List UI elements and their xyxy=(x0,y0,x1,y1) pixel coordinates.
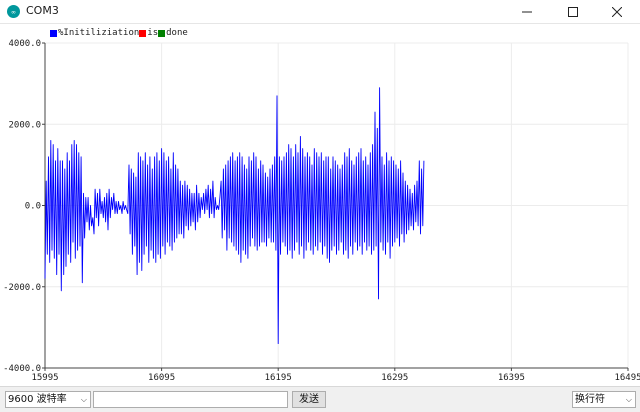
x-tick-label: 16095 xyxy=(148,373,175,383)
baud-rate-value: 9600 波特率 xyxy=(8,394,67,405)
y-tick-label: 4000.0 xyxy=(8,39,41,49)
legend-swatch-green xyxy=(158,29,166,37)
window-title: COM3 xyxy=(26,4,59,17)
svg-text:∞: ∞ xyxy=(11,9,16,16)
legend-label-is: is xyxy=(147,28,159,38)
legend-label-initialization: %Initiliziation xyxy=(58,28,140,38)
legend-swatch-red xyxy=(139,29,147,37)
serial-plotter-canvas: 4000.0 2000.0 0.0 -2000.0 -4000.0 15995 16095 1… xyxy=(0,25,640,386)
plot-chart: 4000.02000.00.0-2000.0-4000.015995 16095 1… xyxy=(3,39,640,383)
legend-label-done: done xyxy=(166,28,188,38)
x-tick-label: 16195 xyxy=(265,373,292,383)
minimize-icon xyxy=(522,11,532,13)
close-button[interactable] xyxy=(594,0,640,24)
arduino-app-icon: ∞ xyxy=(7,5,20,18)
baud-rate-select[interactable]: 9600 波特率 ⌵ xyxy=(5,391,91,408)
x-tick-label: 16395 xyxy=(498,373,525,383)
bottom-toolbar: 9600 波特率 ⌵ 发送 换行符 ⌵ xyxy=(0,386,640,412)
y-tick-label: 2000.0 xyxy=(8,120,41,130)
line-ending-value: 换行符 xyxy=(575,394,605,405)
send-button[interactable]: 发送 xyxy=(292,391,326,408)
chevron-down-icon: ⌵ xyxy=(625,395,632,404)
legend-swatch-blue xyxy=(50,29,57,37)
y-tick-label: 0.0 xyxy=(25,202,41,212)
x-tick-label: 16295 xyxy=(381,373,408,383)
y-tick-label: -2000.0 xyxy=(3,283,41,293)
series-line-0 xyxy=(44,87,425,345)
minimize-button[interactable] xyxy=(504,0,550,24)
maximize-icon xyxy=(568,7,578,17)
line-ending-select[interactable]: 换行符 ⌵ xyxy=(572,391,636,408)
close-icon xyxy=(612,7,622,17)
maximize-button[interactable] xyxy=(550,0,596,24)
chevron-down-icon: ⌵ xyxy=(80,395,87,404)
send-input[interactable] xyxy=(93,391,288,408)
title-bar: ∞ COM3 xyxy=(0,0,640,24)
x-tick-label: 15995 xyxy=(31,373,58,383)
x-tick-label: 16495 xyxy=(614,373,640,383)
legend: %Initiliziation is done xyxy=(50,27,188,39)
